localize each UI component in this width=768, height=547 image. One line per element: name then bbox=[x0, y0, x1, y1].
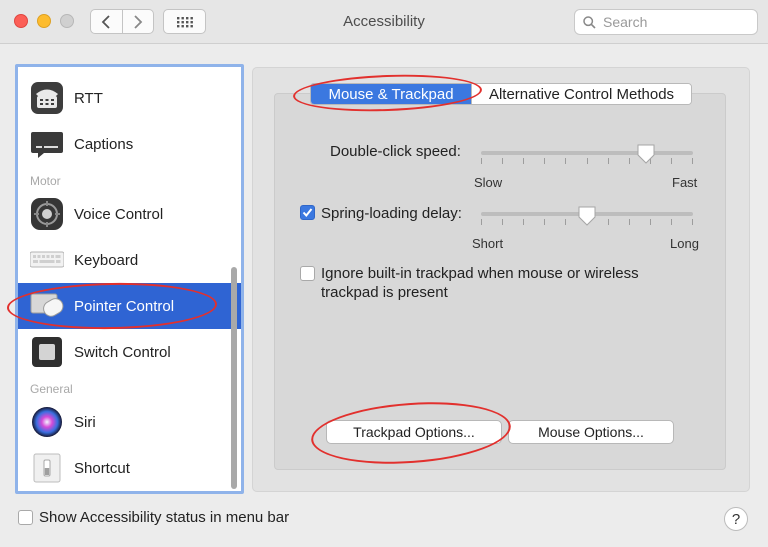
tab-alternative-control-methods[interactable]: Alternative Control Methods bbox=[471, 84, 691, 104]
slider-tick bbox=[650, 219, 651, 225]
slider-tick bbox=[502, 219, 503, 225]
search-input[interactable] bbox=[601, 13, 745, 31]
sidebar-item-captions[interactable]: Captions bbox=[18, 121, 241, 167]
keyboard-icon bbox=[30, 243, 64, 277]
help-button[interactable]: ? bbox=[724, 507, 748, 531]
sidebar-item-siri[interactable]: Siri bbox=[18, 399, 241, 445]
sidebar-item-label: Pointer Control bbox=[74, 297, 175, 315]
sidebar-item-label: Shortcut bbox=[74, 459, 130, 477]
sidebar-item-label: Keyboard bbox=[74, 251, 139, 269]
long-label: Long bbox=[670, 236, 699, 251]
slider-tick bbox=[544, 158, 545, 164]
ignore-trackpad-checkbox[interactable] bbox=[300, 266, 315, 281]
section-header-motor: Motor bbox=[30, 174, 61, 188]
search-field[interactable] bbox=[574, 9, 758, 35]
slider-tick bbox=[671, 219, 672, 225]
slider-tick bbox=[544, 219, 545, 225]
slider-tick bbox=[565, 219, 566, 225]
double-click-speed-slider[interactable] bbox=[636, 144, 656, 164]
sidebar-item-label: Switch Control bbox=[74, 343, 171, 361]
sidebar-item-pointer-control[interactable]: Pointer Control bbox=[18, 283, 241, 329]
slider-tick bbox=[481, 219, 482, 225]
slider-tick bbox=[565, 158, 566, 164]
ignore-trackpad-label-line1: Ignore built-in trackpad when mouse or w… bbox=[321, 265, 639, 282]
slider-tick bbox=[502, 158, 503, 164]
double-click-speed-label: Double-click speed: bbox=[330, 143, 461, 160]
sidebar-item-shortcut[interactable]: Shortcut bbox=[18, 445, 241, 491]
slider-tick bbox=[692, 219, 693, 225]
slider-tick bbox=[692, 158, 693, 164]
show-status-checkbox[interactable] bbox=[18, 510, 33, 525]
spring-loading-delay-label: Spring-loading delay: bbox=[321, 205, 462, 222]
spring-loading-delay-slider[interactable] bbox=[577, 206, 597, 226]
sidebar-item-label: Voice Control bbox=[74, 205, 164, 223]
short-label: Short bbox=[472, 236, 504, 251]
slider-tick bbox=[523, 219, 524, 225]
siri-icon bbox=[30, 405, 64, 439]
fast-label: Fast bbox=[672, 175, 698, 190]
captions-icon bbox=[30, 127, 64, 161]
slider-tick bbox=[608, 219, 609, 225]
slider-tick bbox=[608, 158, 609, 164]
sidebar-scrollbar[interactable] bbox=[231, 267, 237, 489]
mouse-options-button[interactable]: Mouse Options... bbox=[508, 420, 674, 444]
sidebar-item-voice-control[interactable]: Voice Control bbox=[18, 191, 241, 237]
tab-mouse-trackpad[interactable]: Mouse & Trackpad bbox=[311, 84, 471, 104]
slider-tick bbox=[587, 158, 588, 164]
sidebar-item-rtt[interactable]: RTT bbox=[18, 75, 241, 121]
sidebar-list[interactable]: RTT Captions Motor Voice Control Keyboar… bbox=[15, 64, 244, 494]
tab-bar: Mouse & Trackpad Alternative Control Met… bbox=[310, 83, 692, 105]
sidebar-item-label: Siri bbox=[74, 413, 96, 431]
voice-control-icon bbox=[30, 197, 64, 231]
sidebar-item-keyboard[interactable]: Keyboard bbox=[18, 237, 241, 283]
checkmark-icon bbox=[302, 208, 313, 218]
slider-tick bbox=[629, 219, 630, 225]
section-header-general: General bbox=[30, 382, 73, 396]
spring-loading-checkbox[interactable] bbox=[300, 205, 315, 220]
sidebar-item-label: Captions bbox=[74, 135, 134, 153]
trackpad-options-button[interactable]: Trackpad Options... bbox=[326, 420, 502, 444]
slider-tick bbox=[523, 158, 524, 164]
sidebar-item-switch-control[interactable]: Switch Control bbox=[18, 329, 241, 375]
pointer-control-icon bbox=[30, 289, 64, 323]
sidebar-item-label: RTT bbox=[74, 89, 103, 107]
telephone-icon bbox=[30, 81, 64, 115]
shortcut-icon bbox=[30, 451, 64, 485]
slider-tick bbox=[629, 158, 630, 164]
search-icon bbox=[583, 15, 596, 29]
show-status-label: Show Accessibility status in menu bar bbox=[39, 509, 290, 526]
switch-control-icon bbox=[30, 335, 64, 369]
ignore-trackpad-label-line2: trackpad is present bbox=[321, 284, 448, 301]
slider-tick bbox=[481, 158, 482, 164]
double-click-speed-track bbox=[481, 151, 693, 155]
title-bar: Accessibility bbox=[0, 0, 768, 44]
slider-tick bbox=[671, 158, 672, 164]
slow-label: Slow bbox=[474, 175, 503, 190]
